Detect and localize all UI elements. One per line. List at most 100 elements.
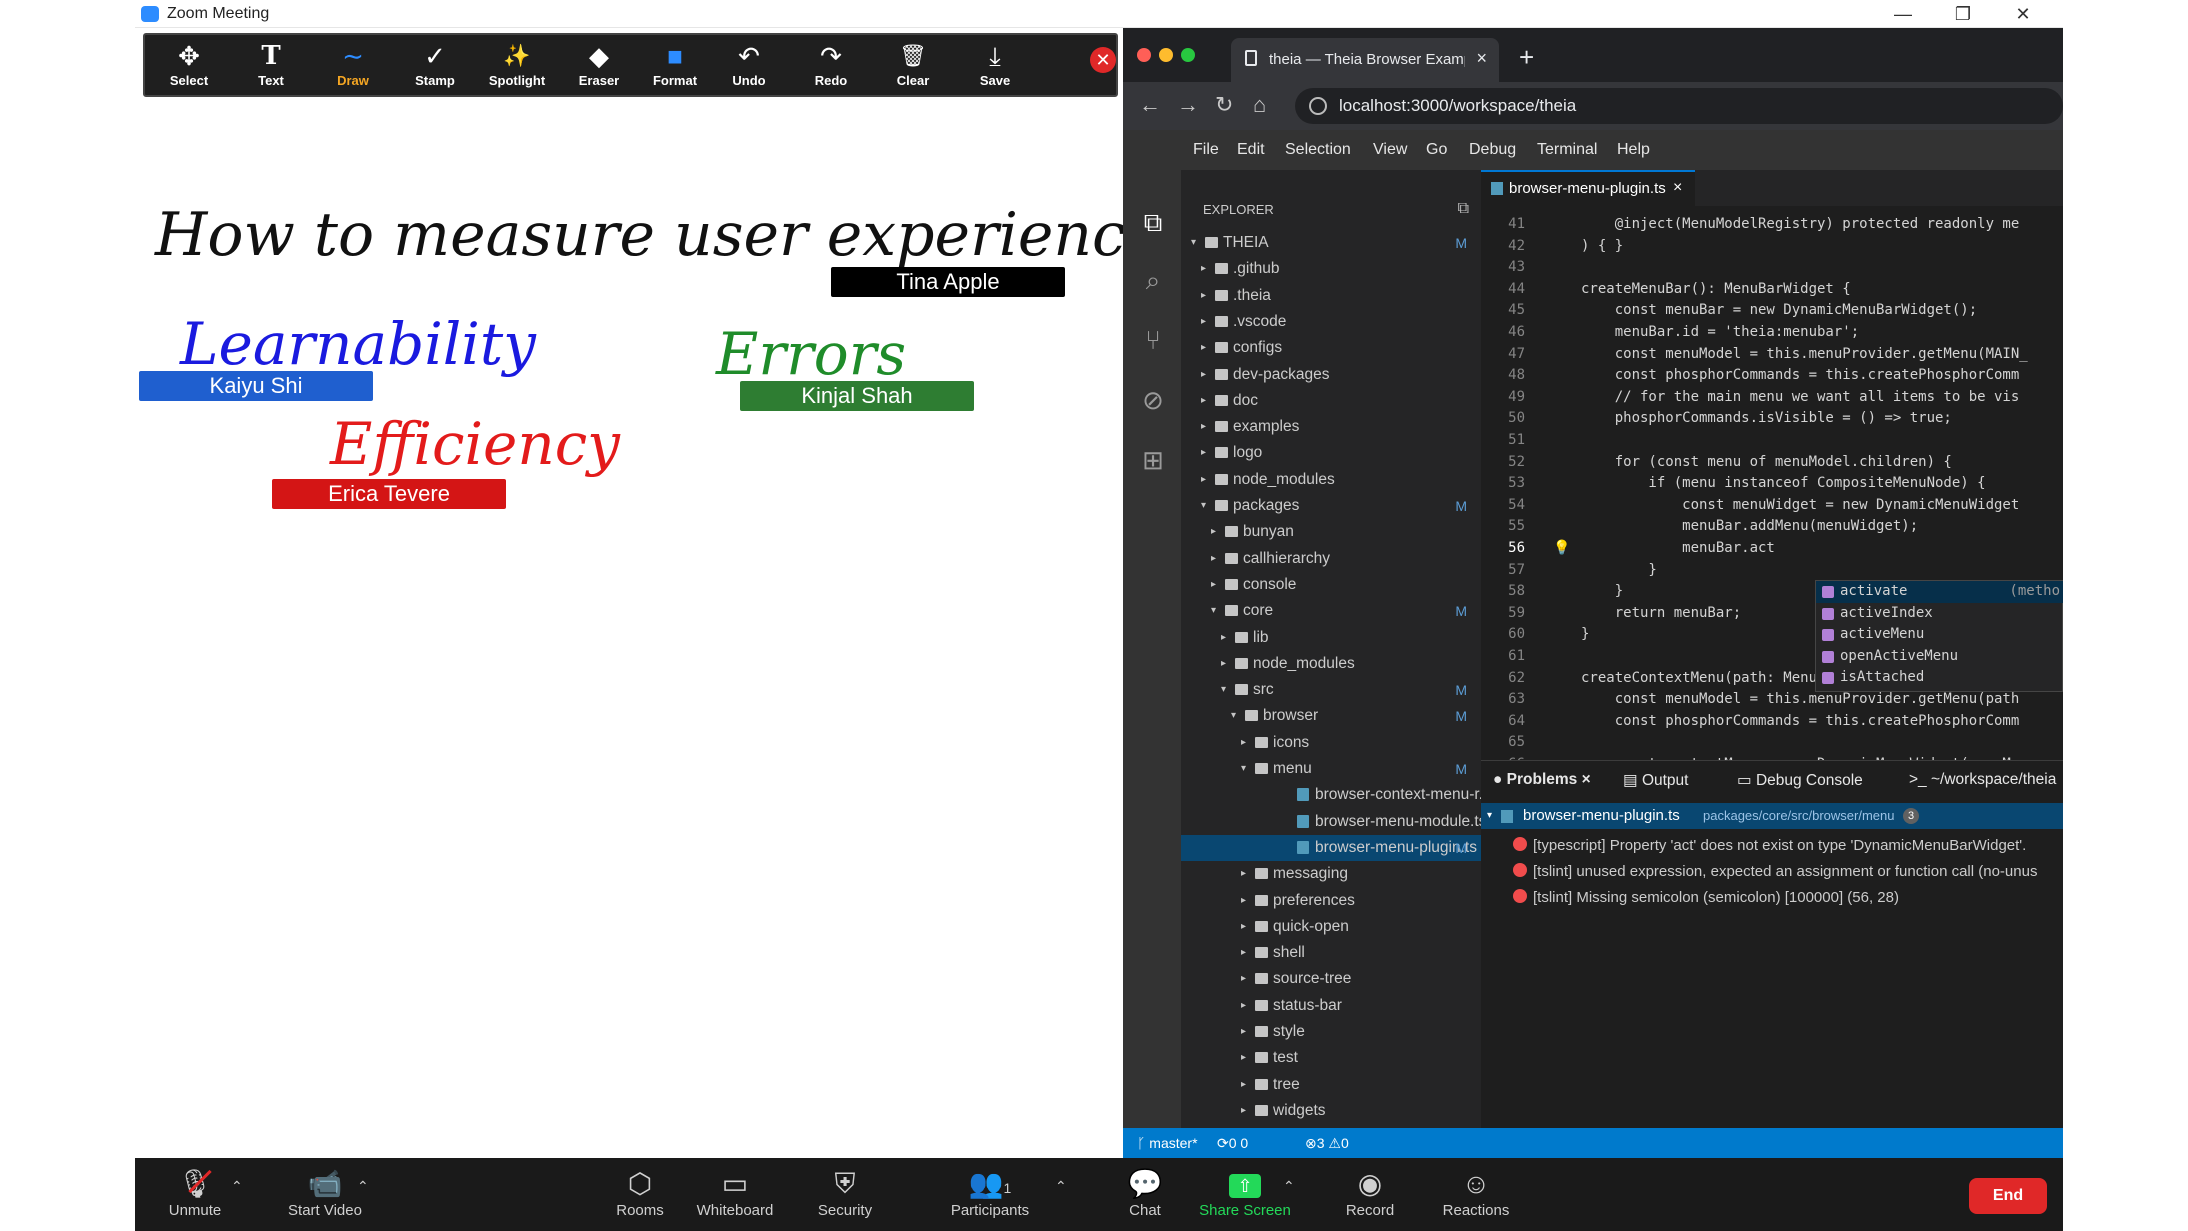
code-line[interactable]: 45 const menuBar = new DynamicMenuBarWid… (1481, 300, 2063, 322)
chevron-right-icon[interactable]: ▸ (1241, 1019, 1246, 1045)
chevron-right-icon[interactable]: ▸ (1201, 309, 1206, 335)
tree-file[interactable]: browser-menu-module.ts (1181, 809, 1481, 835)
url-input[interactable]: localhost:3000/workspace/theia (1295, 88, 2063, 124)
code-line[interactable]: 56 menuBar.act 💡 (1481, 538, 2063, 560)
chevron-down-icon[interactable]: ▾ (1241, 756, 1246, 782)
suggestion-item[interactable]: isAttached (1816, 667, 2063, 689)
clear-button[interactable]: 🗑 Clear (877, 39, 949, 97)
unmute-button[interactable]: 🎙Unmute (155, 1166, 235, 1219)
close-problems-icon[interactable]: × (1582, 771, 1591, 788)
suggestion-item[interactable]: activate (metho (1816, 581, 2063, 603)
code-line[interactable]: 65 (1481, 732, 2063, 754)
chevron-right-icon[interactable]: ▸ (1241, 1098, 1246, 1124)
chevron-right-icon[interactable]: ▸ (1241, 1045, 1246, 1071)
problem-item[interactable]: [typescript] Property 'act' does not exi… (1513, 837, 2063, 854)
menu-selection[interactable]: Selection (1285, 141, 1351, 159)
sync-status[interactable]: ⟳0 0 (1217, 1128, 1248, 1158)
new-tab-button[interactable]: + (1519, 42, 1534, 73)
chevron-right-icon[interactable]: ▸ (1241, 966, 1246, 992)
tree-folder[interactable]: ▸ messaging (1181, 861, 1481, 887)
maximize-button[interactable]: ❐ (1943, 2, 1983, 26)
close-editor-tab-icon[interactable]: × (1673, 179, 1682, 197)
code-line[interactable]: 57 } (1481, 560, 2063, 582)
tree-folder[interactable]: ▸ doc (1181, 388, 1481, 414)
lightbulb-icon[interactable]: 💡 (1553, 538, 1570, 560)
tree-folder[interactable]: ▾ core M (1181, 598, 1481, 624)
tree-folder[interactable]: ▸ preferences (1181, 888, 1481, 914)
share-options-caret[interactable]: ⌃ (1283, 1178, 1295, 1195)
redo-button[interactable]: ↷ Redo (795, 39, 867, 97)
code-line[interactable]: 48 const phosphorCommands = this.createP… (1481, 365, 2063, 387)
home-button[interactable]: ⌂ (1253, 92, 1266, 118)
menu-view[interactable]: View (1373, 141, 1407, 159)
tree-folder[interactable]: ▾ src M (1181, 677, 1481, 703)
code-line[interactable]: 63 const menuModel = this.menuProvider.g… (1481, 689, 2063, 711)
tree-folder[interactable]: ▸ logo (1181, 440, 1481, 466)
menu-debug[interactable]: Debug (1469, 141, 1516, 159)
stamp-tool-button[interactable]: ✓ Stamp (399, 39, 471, 97)
close-window-button[interactable]: ✕ (2003, 2, 2043, 26)
format-tool-button[interactable]: ■ Format (639, 39, 711, 97)
browser-tab[interactable]: theia — Theia Browser Example × (1231, 38, 1499, 82)
minimize-button[interactable]: — (1883, 2, 1923, 26)
end-meeting-button[interactable]: End (1969, 1178, 2047, 1214)
tree-folder[interactable]: ▸ node_modules (1181, 651, 1481, 677)
tree-folder[interactable]: ▸ configs (1181, 335, 1481, 361)
chevron-down-icon[interactable]: ▾ (1201, 493, 1206, 519)
zoom-dot-icon[interactable] (1181, 48, 1195, 62)
problem-item[interactable]: [tslint] Missing semicolon (semicolon) [… (1513, 889, 2063, 906)
problems-file-row[interactable]: ▾ browser-menu-plugin.ts packages/core/s… (1481, 803, 2063, 829)
branch-status[interactable]: ᚴ master* (1137, 1128, 1198, 1158)
text-tool-button[interactable]: T Text (235, 39, 307, 97)
chevron-right-icon[interactable]: ▸ (1201, 335, 1206, 361)
chevron-right-icon[interactable]: ▸ (1241, 914, 1246, 940)
chat-button[interactable]: 💬 Chat (1110, 1166, 1180, 1219)
tree-folder[interactable]: ▸ lib (1181, 625, 1481, 651)
close-dot-icon[interactable] (1137, 48, 1151, 62)
forward-button[interactable]: → (1177, 92, 1199, 118)
tree-folder[interactable]: ▸ source-tree (1181, 966, 1481, 992)
chevron-right-icon[interactable]: ▸ (1201, 256, 1206, 282)
chevron-right-icon[interactable]: ▸ (1211, 546, 1216, 572)
reactions-button[interactable]: ☺ Reactions (1421, 1166, 1531, 1219)
tree-folder[interactable]: ▸ .theia (1181, 283, 1481, 309)
chevron-down-icon[interactable]: ▾ (1211, 598, 1216, 624)
code-line[interactable]: 53 if (menu instanceof CompositeMenuNode… (1481, 473, 2063, 495)
tree-folder[interactable]: ▾ THEIA M (1181, 230, 1481, 256)
close-tab-icon[interactable]: × (1476, 48, 1487, 69)
chevron-right-icon[interactable]: ▸ (1241, 1072, 1246, 1098)
whiteboard-button[interactable]: ▭ Whiteboard (685, 1166, 785, 1219)
tab-terminal[interactable]: >_ ~/workspace/theia (1909, 771, 2056, 789)
code-line[interactable]: 49 // for the main menu we want all item… (1481, 387, 2063, 409)
chevron-right-icon[interactable]: ▸ (1201, 283, 1206, 309)
tab-problems[interactable]: ● Problems × (1493, 771, 1591, 789)
menu-edit[interactable]: Edit (1237, 141, 1265, 159)
chevron-right-icon[interactable]: ▸ (1241, 940, 1246, 966)
menu-go[interactable]: Go (1426, 141, 1447, 159)
search-icon[interactable]: ⌕ (1139, 266, 1167, 294)
suggestion-item[interactable]: activeMenu (1816, 624, 2063, 646)
draw-tool-button[interactable]: ∼ Draw (317, 39, 389, 97)
code-line[interactable]: 44 createMenuBar(): MenuBarWidget { (1481, 279, 2063, 301)
security-button[interactable]: ⛨ Security (805, 1166, 885, 1219)
menu-file[interactable]: File (1193, 141, 1219, 159)
code-line[interactable]: 54 const menuWidget = new DynamicMenuWid… (1481, 495, 2063, 517)
minimize-dot-icon[interactable] (1159, 48, 1173, 62)
code-line[interactable]: 47 const menuModel = this.menuProvider.g… (1481, 344, 2063, 366)
chevron-right-icon[interactable]: ▸ (1201, 388, 1206, 414)
tree-folder[interactable]: ▸ dev-packages (1181, 362, 1481, 388)
participants-options-caret[interactable]: ⌃ (1055, 1178, 1067, 1195)
reload-button[interactable]: ↻ (1215, 92, 1233, 118)
chevron-right-icon[interactable]: ▸ (1201, 414, 1206, 440)
chevron-right-icon[interactable]: ▸ (1211, 572, 1216, 598)
problems-status[interactable]: ⊗3 ⚠0 (1305, 1128, 1349, 1158)
undo-button[interactable]: ↶ Undo (713, 39, 785, 97)
participants-button[interactable]: 👥1 Participants (935, 1166, 1045, 1219)
code-editor[interactable]: browser-menu-plugin.ts × 41 @inject(Menu… (1481, 170, 2063, 760)
tree-folder[interactable]: ▸ style (1181, 1019, 1481, 1045)
tree-folder[interactable]: ▸ .vscode (1181, 309, 1481, 335)
code-line[interactable]: 51 (1481, 430, 2063, 452)
chevron-right-icon[interactable]: ▸ (1211, 519, 1216, 545)
chevron-down-icon[interactable]: ▾ (1191, 230, 1196, 256)
chevron-right-icon[interactable]: ▸ (1201, 467, 1206, 493)
